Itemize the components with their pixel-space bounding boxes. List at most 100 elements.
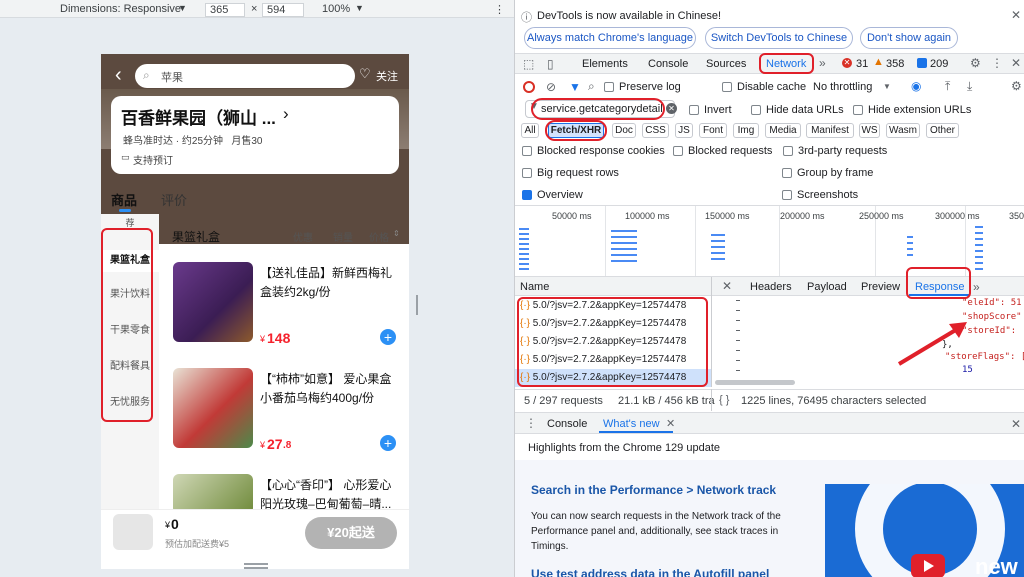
type-filter-all[interactable]: All (521, 123, 539, 138)
blocked-requests-checkbox[interactable] (673, 146, 683, 156)
close-whats-new-icon[interactable]: ✕ (666, 417, 675, 430)
zoom-dropdown[interactable]: 100% (322, 3, 350, 15)
cart-basket-icon[interactable] (113, 514, 153, 550)
issues-icon[interactable] (917, 58, 927, 68)
filter-funnel-icon[interactable]: ▼ (569, 80, 581, 94)
inspect-element-icon[interactable]: ⬚ (523, 58, 534, 70)
tab-reviews[interactable]: 评价 (161, 190, 187, 209)
play-button-icon[interactable] (911, 554, 945, 577)
type-filter-manifest[interactable]: Manifest (806, 123, 854, 138)
add-to-cart-icon-1[interactable]: + (380, 329, 396, 345)
error-count[interactable]: 31 (856, 58, 868, 70)
throttling-select[interactable]: No throttling (813, 81, 872, 93)
sort-sales[interactable]: 销量 (333, 229, 353, 244)
chevron-right-icon[interactable]: › (283, 104, 289, 124)
type-filter-css[interactable]: CSS (642, 123, 669, 138)
close-notice-icon[interactable]: ✕ (1011, 8, 1021, 22)
pretty-print-icon[interactable]: { } (719, 394, 729, 406)
column-divider[interactable] (711, 277, 712, 387)
tab-products[interactable]: 商品 (111, 190, 137, 209)
preserve-log-checkbox[interactable] (604, 82, 614, 92)
disable-cache-checkbox[interactable] (722, 82, 732, 92)
sort-price[interactable]: 价格 (369, 229, 389, 244)
width-input[interactable]: 365 (205, 3, 245, 17)
search-icon[interactable]: ⌕ (588, 80, 595, 92)
clear-icon[interactable]: ⊘ (546, 81, 556, 93)
article-1-title[interactable]: Search in the Performance > Network trac… (531, 483, 776, 497)
warning-count[interactable]: 358 (886, 58, 904, 70)
resize-handle-bottom[interactable] (244, 563, 268, 565)
match-language-button[interactable]: Always match Chrome's language (524, 27, 696, 49)
tab-payload[interactable]: Payload (807, 281, 847, 293)
height-input[interactable]: 594 (262, 3, 304, 17)
settings-gear-icon[interactable]: ⚙ (970, 57, 981, 69)
back-arrow-icon[interactable]: ‹ (115, 64, 122, 86)
warning-icon[interactable]: ▲ (873, 56, 884, 68)
network-settings-icon[interactable]: ⚙ (1011, 80, 1022, 92)
product-image-plum[interactable] (173, 262, 253, 342)
more-options-icon[interactable]: ⋮ (494, 3, 505, 16)
type-filter-doc[interactable]: Doc (612, 123, 636, 138)
third-party-checkbox[interactable] (783, 146, 793, 156)
tab-sources[interactable]: Sources (706, 58, 746, 70)
issues-count[interactable]: 209 (930, 58, 948, 70)
sort-discount[interactable]: 优惠 (293, 229, 313, 244)
zoom-caret-icon[interactable]: ▼ (355, 3, 364, 13)
type-filter-media[interactable]: Media (765, 123, 801, 138)
big-rows-checkbox[interactable] (522, 168, 532, 178)
hide-data-urls-checkbox[interactable] (751, 105, 761, 115)
drawer-menu-icon[interactable]: ⋮ (525, 417, 537, 429)
clear-filter-icon[interactable]: ✕ (666, 103, 677, 114)
close-detail-icon[interactable]: ✕ (722, 279, 732, 293)
resize-handle-right[interactable] (416, 295, 418, 315)
close-devtools-icon[interactable]: ✕ (1011, 57, 1021, 69)
network-conditions-icon[interactable]: ◉ (911, 80, 921, 92)
tab-console[interactable]: Console (648, 58, 688, 70)
switch-chinese-button[interactable]: Switch DevTools to Chinese (705, 27, 853, 49)
more-menu-icon[interactable]: ⋮ (991, 57, 1003, 69)
horizontal-scrollbar[interactable] (715, 380, 795, 385)
article-2-title[interactable]: Use test address data in the Autofill pa… (531, 567, 769, 577)
more-detail-tabs-icon[interactable]: » (973, 281, 980, 293)
device-toolbar-icon[interactable]: ▯ (547, 58, 554, 70)
import-har-icon[interactable]: ⤒ (945, 80, 950, 92)
search-bar[interactable]: ⌕ 苹果 (135, 64, 355, 88)
error-icon[interactable]: ✕ (842, 58, 852, 68)
blocked-cookies-checkbox[interactable] (522, 146, 532, 156)
tab-elements[interactable]: Elements (582, 58, 628, 70)
type-filter-wasm[interactable]: Wasm (886, 123, 920, 138)
hide-ext-urls-checkbox[interactable] (853, 105, 863, 115)
invert-checkbox[interactable] (689, 105, 699, 115)
type-filter-font[interactable]: Font (699, 123, 727, 138)
sort-arrows-icon[interactable]: ⇕ (393, 229, 400, 238)
drawer-tab-console[interactable]: Console (547, 418, 587, 430)
product-image-tomato[interactable] (173, 368, 253, 448)
throttling-caret-icon[interactable]: ▼ (883, 82, 891, 91)
add-to-cart-icon-2[interactable]: + (380, 435, 396, 451)
type-filter-js[interactable]: JS (675, 123, 693, 138)
record-icon[interactable] (523, 81, 535, 93)
drawer-tab-whats-new[interactable]: What's new (603, 418, 660, 430)
product-name-1[interactable]: 【送礼佳品】新鲜西梅礼盒装约2kg/份 (260, 264, 402, 302)
follow-label[interactable]: 关注 (376, 68, 398, 84)
product-image-grape[interactable] (173, 474, 253, 514)
shop-name[interactable]: 百香鲜果园（狮山 ... (121, 104, 276, 129)
export-har-icon[interactable]: ⤓ (967, 80, 972, 92)
dimensions-dropdown[interactable]: Dimensions: Responsive (60, 3, 181, 15)
product-name-2[interactable]: 【“柿柿”如意】 爱心果盒小番茄乌梅约400g/份 (260, 370, 402, 408)
close-drawer-icon[interactable]: ✕ (1011, 417, 1021, 431)
tab-headers[interactable]: Headers (750, 281, 792, 293)
more-tabs-icon[interactable]: » (819, 57, 826, 69)
type-filter-img[interactable]: Img (733, 123, 759, 138)
tab-preview[interactable]: Preview (861, 281, 900, 293)
type-filter-ws[interactable]: WS (859, 123, 880, 138)
video-thumbnail[interactable]: new (825, 484, 1024, 577)
checkout-button[interactable]: ¥20起送 (305, 517, 397, 549)
dimensions-caret-icon[interactable]: ▼ (178, 3, 187, 13)
heart-icon[interactable]: ♡ (359, 66, 371, 82)
group-by-frame-checkbox[interactable] (782, 168, 792, 178)
dont-show-again-button[interactable]: Don't show again (860, 27, 958, 49)
overview-checkbox[interactable] (522, 190, 532, 200)
type-filter-other[interactable]: Other (926, 123, 959, 138)
resize-handle-bottom-2[interactable] (244, 567, 268, 569)
